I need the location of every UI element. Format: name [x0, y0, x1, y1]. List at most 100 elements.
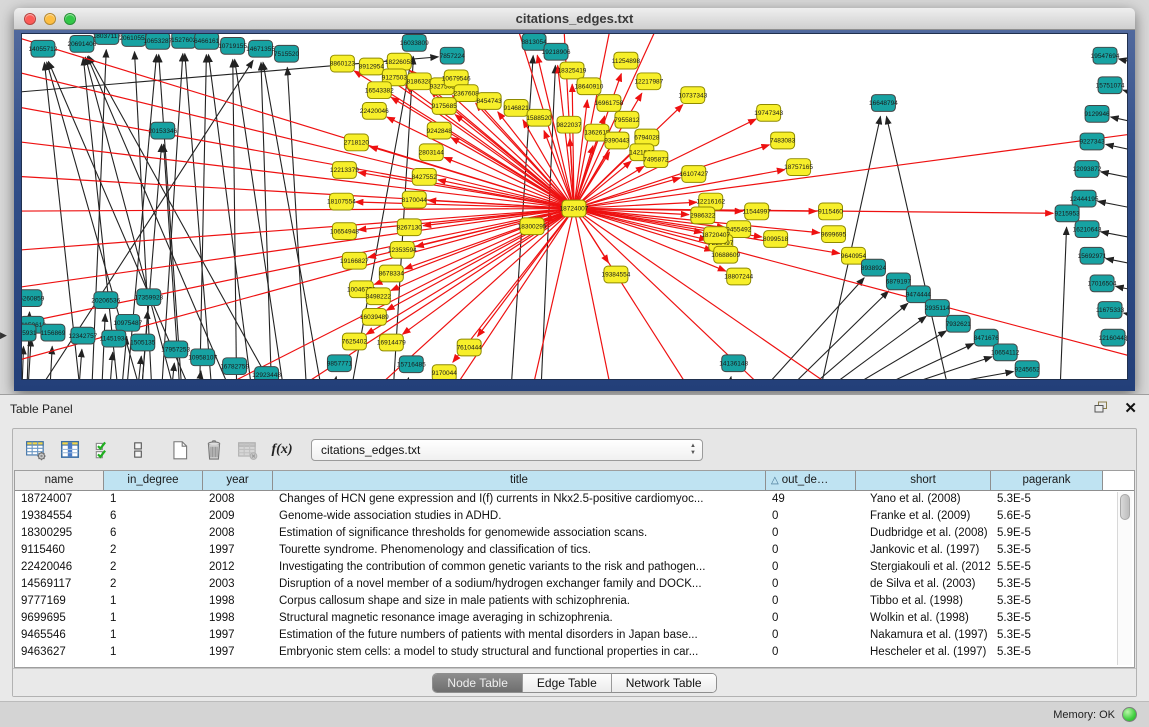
graph-node[interactable]: 2367608 [454, 85, 480, 102]
table-row[interactable]: 946362711997Embryonic stem cells: a mode… [15, 644, 1134, 661]
graph-node[interactable]: 8471676 [974, 329, 1000, 346]
graph-node[interactable]: 10654948 [330, 223, 359, 240]
graph-node[interactable]: 9822037 [556, 116, 582, 133]
graph-node[interactable]: 9390443 [604, 132, 630, 149]
graph-node[interactable]: 18720407 [701, 227, 730, 244]
table-row[interactable]: 969969511998Structural magnetic resonanc… [15, 610, 1134, 627]
graph-node[interactable]: 11451934 [100, 330, 129, 347]
graph-node[interactable]: 11254898 [612, 52, 641, 69]
minimize-window-button[interactable] [44, 13, 56, 25]
graph-node[interactable]: 16543382 [365, 82, 394, 99]
graph-node[interactable]: 8267130 [397, 219, 423, 236]
graph-node[interactable]: 8170044 [402, 191, 428, 208]
collapsed-panel-arrow[interactable]: ▶ [0, 330, 7, 341]
graph-node[interactable]: 12923448 [252, 367, 281, 379]
graph-node[interactable]: 10654112 [991, 344, 1020, 361]
graph-node[interactable]: 18640910 [575, 78, 604, 95]
graph-node[interactable]: 14055712 [29, 40, 58, 57]
graph-node[interactable]: 8186328 [407, 73, 433, 90]
graph-node[interactable]: 9129946 [1084, 105, 1110, 122]
graph-node[interactable]: 9115460 [818, 203, 843, 220]
graph-node[interactable]: 12444195 [1070, 190, 1099, 207]
graph-node[interactable]: 17016504 [1088, 275, 1117, 292]
graph-node[interactable]: 16210643 [1073, 221, 1102, 238]
graph-node[interactable]: 17359928 [134, 289, 163, 306]
network-canvas[interactable]: 1872400788601238912954182260589127503818… [21, 33, 1128, 380]
graph-node[interactable]: 8813054 [521, 34, 547, 50]
float-panel-icon[interactable] [1094, 401, 1108, 417]
graph-node[interactable]: 18807244 [724, 268, 753, 285]
graph-node[interactable]: 10679546 [442, 70, 471, 87]
graph-node[interactable]: 16782759 [220, 358, 249, 375]
graph-node[interactable]: 10958107 [188, 349, 217, 366]
graph-node[interactable]: 25260859 [22, 290, 45, 307]
graph-node[interactable]: 19384554 [602, 266, 631, 283]
graph-node[interactable]: 10688609 [711, 246, 740, 263]
graph-node[interactable]: 16914479 [377, 334, 406, 351]
network-window-titlebar[interactable]: citations_edges.txt [14, 8, 1135, 30]
graph-node[interactable]: 17957253 [161, 341, 190, 358]
graph-node[interactable]: 22420046 [360, 103, 389, 120]
graph-node[interactable]: 12160443 [1099, 329, 1127, 346]
graph-node[interactable]: 16961758 [595, 95, 624, 112]
graph-node[interactable]: 10737343 [678, 87, 707, 104]
graph-node[interactable]: 16033809 [400, 34, 429, 51]
table-scrollbar[interactable] [1117, 492, 1132, 665]
graph-node[interactable]: 19166827 [340, 252, 369, 269]
delete-table-button[interactable] [233, 435, 263, 465]
graph-node[interactable]: 8454743 [477, 93, 503, 110]
graph-node[interactable]: 3498222 [366, 288, 392, 305]
column-header-title[interactable]: title [273, 471, 766, 491]
graph-node[interactable]: 2986322 [690, 207, 716, 224]
graph-node[interactable]: 2935114 [925, 300, 950, 317]
tab-network-table[interactable]: Network Table [612, 674, 716, 692]
graph-node[interactable]: 3915931 [22, 324, 37, 341]
graph-node[interactable]: 9170044 [432, 365, 458, 379]
graph-node[interactable]: 14136148 [719, 355, 748, 372]
graph-node[interactable]: 9175685 [432, 98, 458, 115]
graph-node[interactable]: 11544997 [742, 203, 771, 220]
column-header-pagerank[interactable]: pagerank [991, 471, 1103, 491]
memory-status-indicator[interactable] [1122, 707, 1137, 722]
graph-node[interactable]: 20206536 [91, 292, 120, 309]
full-record-button[interactable] [123, 435, 153, 465]
graph-node[interactable]: 6466161 [194, 34, 220, 49]
table-row[interactable]: 977716911998Corpus callosum shape and si… [15, 593, 1134, 610]
column-header-name[interactable]: name [15, 471, 104, 491]
graph-node[interactable]: 19747343 [754, 104, 783, 121]
graph-node[interactable]: 8912954 [359, 58, 385, 75]
graph-node[interactable]: 9215953 [1054, 205, 1080, 222]
graph-node[interactable]: 8427552 [412, 169, 438, 186]
graph-node[interactable]: 7515520 [274, 45, 300, 62]
graph-node[interactable]: 12093872 [1073, 161, 1102, 178]
table-row[interactable]: 1456911722003Disruption of a novel membe… [15, 576, 1134, 593]
delete-button[interactable] [199, 435, 229, 465]
column-header-short[interactable]: short [856, 471, 991, 491]
graph-node[interactable]: 7932621 [946, 315, 972, 332]
graph-node[interactable]: 19547694 [1091, 47, 1120, 64]
graph-node[interactable]: 7495872 [643, 151, 669, 168]
graph-node[interactable]: 18037117 [93, 34, 122, 44]
column-header-year[interactable]: year [203, 471, 273, 491]
table-settings-button[interactable] [21, 435, 51, 465]
graph-node[interactable]: 15716485 [397, 356, 426, 373]
graph-node[interactable]: 1505135 [130, 334, 156, 351]
graph-node[interactable]: 7610444 [457, 339, 483, 356]
new-file-button[interactable] [165, 435, 195, 465]
graph-node[interactable]: 1588520 [526, 109, 552, 126]
table-row[interactable]: 2242004622012Investigating the contribut… [15, 559, 1134, 576]
graph-node[interactable]: 18226058 [385, 53, 414, 70]
graph-node[interactable]: 12342757 [68, 327, 97, 344]
graph-node[interactable]: 15692971 [1078, 247, 1107, 264]
graph-node[interactable]: 6794028 [634, 129, 660, 146]
graph-node[interactable]: 2718120 [344, 134, 370, 151]
table-row[interactable]: 911546021997Tourette syndrome. Phenomeno… [15, 542, 1134, 559]
tab-edge-table[interactable]: Edge Table [523, 674, 612, 692]
graph-node[interactable]: 19218906 [542, 43, 571, 60]
graph-node[interactable]: 16648794 [869, 95, 898, 112]
node-table[interactable]: namein_degreeyeartitle△out_de…shortpager… [14, 470, 1135, 668]
graph-node[interactable]: 18724007 [560, 200, 589, 217]
graph-node[interactable]: 10975487 [113, 314, 142, 331]
graph-node[interactable]: 10719155 [218, 37, 247, 54]
column-header-out_degree[interactable]: △out_de… [766, 471, 856, 491]
